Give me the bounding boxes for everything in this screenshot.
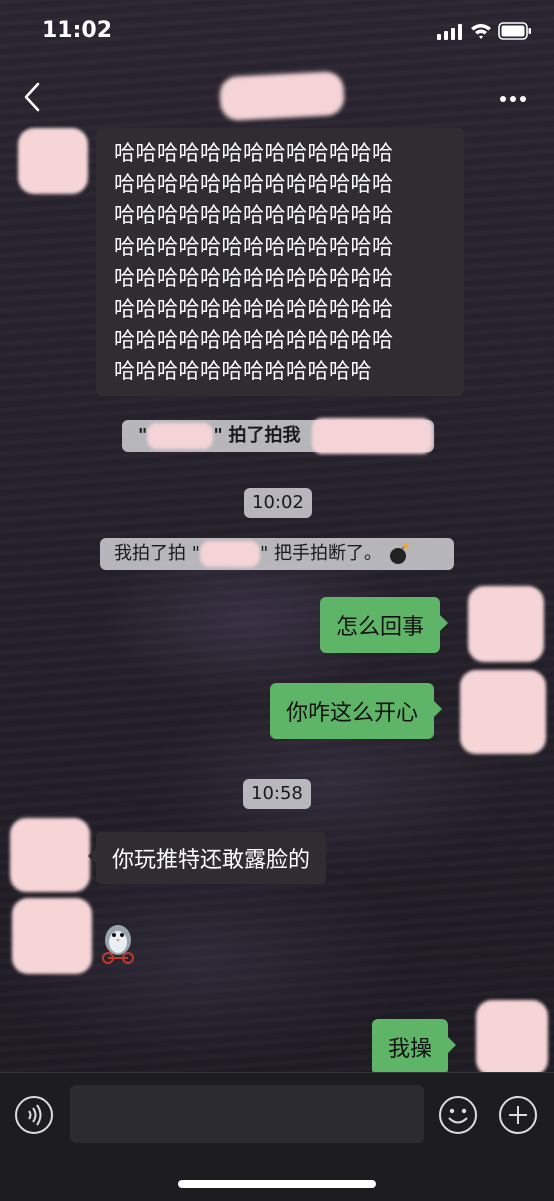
haha-line: 哈哈哈哈哈哈哈哈哈哈哈哈哈 bbox=[114, 234, 394, 259]
pat2-prefix: 我拍了拍 " bbox=[114, 543, 201, 564]
message-input[interactable] bbox=[70, 1085, 424, 1143]
message-text: 你玩推特还敢露脸的 bbox=[112, 848, 311, 873]
haha-line: 哈哈哈哈哈哈哈哈哈哈哈哈哈 bbox=[114, 172, 394, 197]
pat-notice-2: 我拍了拍 " " 把手拍断了。 bbox=[100, 538, 454, 570]
back-arrow-icon[interactable] bbox=[18, 80, 48, 114]
outgoing-message[interactable]: 我操 bbox=[372, 1019, 457, 1075]
voice-input-icon[interactable] bbox=[14, 1095, 54, 1135]
pat-notice-text: 拍了拍我 bbox=[228, 425, 301, 446]
pat2-suffix: " 把手拍断了。 bbox=[260, 543, 383, 564]
bomb-icon bbox=[389, 543, 409, 564]
emoji-icon[interactable] bbox=[438, 1095, 478, 1135]
redacted-name bbox=[147, 423, 214, 449]
haha-line: 哈哈哈哈哈哈哈哈哈哈哈哈哈 bbox=[114, 141, 394, 165]
haha-line: 哈哈哈哈哈哈哈哈哈哈哈哈哈 bbox=[114, 265, 394, 290]
outgoing-message[interactable]: 你咋这么开心 bbox=[270, 683, 443, 739]
status-time: 11:02 bbox=[42, 18, 113, 43]
incoming-message[interactable]: 你玩推特还敢露脸的 bbox=[87, 832, 327, 884]
cellular-signal-icon bbox=[437, 24, 462, 40]
haha-line: 哈哈哈哈哈哈哈哈哈哈哈哈 bbox=[114, 359, 372, 384]
my-avatar[interactable] bbox=[460, 670, 546, 754]
haha-line: 哈哈哈哈哈哈哈哈哈哈哈哈哈 bbox=[114, 203, 394, 228]
outgoing-message[interactable]: 怎么回事 bbox=[320, 597, 449, 653]
haha-line: 哈哈哈哈哈哈哈哈哈哈哈哈哈 bbox=[114, 328, 394, 353]
pat-quote-close: " bbox=[213, 425, 223, 446]
chat-title-redacted bbox=[218, 70, 346, 122]
more-options-icon[interactable] bbox=[498, 94, 528, 104]
my-avatar[interactable] bbox=[476, 1000, 548, 1076]
battery-icon bbox=[498, 22, 531, 40]
redacted-pat-suffix bbox=[312, 418, 432, 454]
redacted-name bbox=[200, 541, 261, 567]
status-bar: 11:02 bbox=[0, 0, 554, 66]
add-icon[interactable] bbox=[498, 1095, 538, 1135]
message-text: 我操 bbox=[388, 1037, 433, 1062]
my-avatar[interactable] bbox=[468, 586, 544, 662]
contact-avatar[interactable] bbox=[10, 818, 90, 892]
contact-avatar[interactable] bbox=[12, 898, 92, 974]
message-text: 怎么回事 bbox=[336, 615, 425, 640]
timestamp-2: 10:58 bbox=[243, 779, 311, 809]
contact-avatar[interactable] bbox=[18, 128, 88, 194]
pat-quote-open: " bbox=[138, 425, 148, 446]
haha-line: 哈哈哈哈哈哈哈哈哈哈哈哈哈 bbox=[114, 297, 394, 322]
penguin-sticker-icon[interactable] bbox=[98, 918, 140, 964]
incoming-haha-message[interactable]: 哈哈哈哈哈哈哈哈哈哈哈哈哈 哈哈哈哈哈哈哈哈哈哈哈哈哈 哈哈哈哈哈哈哈哈哈哈哈哈… bbox=[96, 128, 464, 396]
home-indicator[interactable] bbox=[178, 1180, 376, 1188]
timestamp-1: 10:02 bbox=[244, 488, 312, 518]
wifi-icon bbox=[471, 24, 491, 39]
message-text: 你咋这么开心 bbox=[286, 701, 419, 726]
